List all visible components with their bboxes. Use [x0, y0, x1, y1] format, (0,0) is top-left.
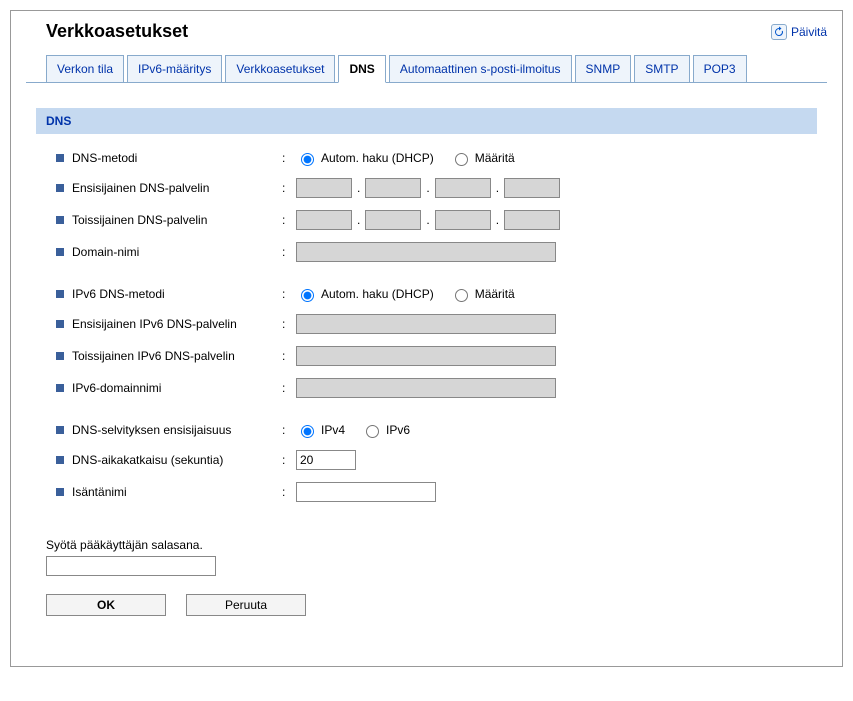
ipv6-domain-name-input[interactable]: [296, 378, 556, 398]
radio-priority-ipv6-input[interactable]: [366, 425, 379, 438]
secondary-dns-1[interactable]: [296, 210, 352, 230]
radio-dns-manual[interactable]: Määritä: [450, 150, 515, 166]
bullet-icon: [56, 248, 64, 256]
label-domain-name: Domain-nimi: [72, 245, 282, 259]
primary-ipv6-dns-input[interactable]: [296, 314, 556, 334]
radio-priority-ipv4[interactable]: IPv4: [296, 422, 345, 438]
secondary-dns-3[interactable]: [435, 210, 491, 230]
cancel-button[interactable]: Peruuta: [186, 594, 306, 616]
tab-auto-email[interactable]: Automaattinen s-posti-ilmoitus: [389, 55, 572, 83]
network-settings-panel: Verkkoasetukset Päivitä Verkon tila IPv6…: [10, 10, 843, 667]
row-hostname: Isäntänimi :: [36, 476, 817, 508]
bullet-icon: [56, 184, 64, 192]
label-primary-dns: Ensisijainen DNS-palvelin: [72, 181, 282, 195]
radio-dns-manual-input[interactable]: [455, 153, 468, 166]
row-secondary-dns: Toissijainen DNS-palvelin : . . .: [36, 204, 817, 236]
row-secondary-ipv6-dns: Toissijainen IPv6 DNS-palvelin :: [36, 340, 817, 372]
radio-priority-ipv6[interactable]: IPv6: [361, 422, 410, 438]
content: DNS DNS-metodi : Autom. haku (DHCP) Määr…: [26, 82, 827, 626]
secondary-dns-2[interactable]: [365, 210, 421, 230]
radio-ipv6-dns-auto-input[interactable]: [301, 289, 314, 302]
label-secondary-ipv6-dns: Toissijainen IPv6 DNS-palvelin: [72, 349, 282, 363]
label-ipv6-dns-method: IPv6 DNS-metodi: [72, 287, 282, 301]
bullet-icon: [56, 216, 64, 224]
dns-timeout-input[interactable]: [296, 450, 356, 470]
secondary-ipv6-dns-input[interactable]: [296, 346, 556, 366]
tabs: Verkon tila IPv6-määritys Verkkoasetukse…: [26, 54, 827, 82]
domain-name-input[interactable]: [296, 242, 556, 262]
tab-verkon-tila[interactable]: Verkon tila: [46, 55, 124, 83]
tab-pop3[interactable]: POP3: [693, 55, 747, 83]
hostname-input[interactable]: [296, 482, 436, 502]
label-secondary-dns: Toissijainen DNS-palvelin: [72, 213, 282, 227]
radio-ipv6-dns-auto[interactable]: Autom. haku (DHCP): [296, 286, 434, 302]
tab-dns[interactable]: DNS: [338, 55, 385, 83]
row-primary-ipv6-dns: Ensisijainen IPv6 DNS-palvelin :: [36, 308, 817, 340]
row-dns-priority: DNS-selvityksen ensisijaisuus : IPv4 IPv…: [36, 416, 817, 444]
primary-dns-1[interactable]: [296, 178, 352, 198]
bullet-icon: [56, 384, 64, 392]
row-dns-timeout: DNS-aikakatkaisu (sekuntia) :: [36, 444, 817, 476]
radio-dns-auto[interactable]: Autom. haku (DHCP): [296, 150, 434, 166]
page-title: Verkkoasetukset: [46, 21, 188, 42]
tab-smtp[interactable]: SMTP: [634, 55, 689, 83]
label-dns-method: DNS-metodi: [72, 151, 282, 165]
tab-verkkoasetukset[interactable]: Verkkoasetukset: [225, 55, 335, 83]
label-ipv6-domain-name: IPv6-domainnimi: [72, 381, 282, 395]
primary-dns-4[interactable]: [504, 178, 560, 198]
refresh-button[interactable]: Päivitä: [771, 24, 827, 40]
bullet-icon: [56, 426, 64, 434]
radio-priority-ipv4-input[interactable]: [301, 425, 314, 438]
section-title: DNS: [36, 108, 817, 134]
refresh-label: Päivitä: [791, 25, 827, 39]
row-ipv6-dns-method: IPv6 DNS-metodi : Autom. haku (DHCP) Mää…: [36, 280, 817, 308]
bullet-icon: [56, 488, 64, 496]
refresh-icon: [771, 24, 787, 40]
tab-snmp[interactable]: SNMP: [575, 55, 632, 83]
header: Verkkoasetukset Päivitä: [26, 21, 827, 42]
label-dns-timeout: DNS-aikakatkaisu (sekuntia): [72, 453, 282, 467]
bullet-icon: [56, 352, 64, 360]
password-prompt: Syötä pääkäyttäjän salasana.: [46, 538, 807, 552]
row-primary-dns: Ensisijainen DNS-palvelin : . . .: [36, 172, 817, 204]
tab-ipv6-maaritys[interactable]: IPv6-määritys: [127, 55, 222, 83]
row-domain-name: Domain-nimi :: [36, 236, 817, 268]
label-dns-priority: DNS-selvityksen ensisijaisuus: [72, 423, 282, 437]
label-primary-ipv6-dns: Ensisijainen IPv6 DNS-palvelin: [72, 317, 282, 331]
row-dns-method: DNS-metodi : Autom. haku (DHCP) Määritä: [36, 144, 817, 172]
row-ipv6-domain-name: IPv6-domainnimi :: [36, 372, 817, 404]
secondary-dns-4[interactable]: [504, 210, 560, 230]
bullet-icon: [56, 456, 64, 464]
bullet-icon: [56, 290, 64, 298]
ok-button[interactable]: OK: [46, 594, 166, 616]
footer: Syötä pääkäyttäjän salasana. OK Peruuta: [36, 538, 817, 616]
radio-ipv6-dns-manual-input[interactable]: [455, 289, 468, 302]
bullet-icon: [56, 320, 64, 328]
radio-dns-auto-input[interactable]: [301, 153, 314, 166]
admin-password-input[interactable]: [46, 556, 216, 576]
bullet-icon: [56, 154, 64, 162]
primary-dns-2[interactable]: [365, 178, 421, 198]
primary-dns-3[interactable]: [435, 178, 491, 198]
radio-ipv6-dns-manual[interactable]: Määritä: [450, 286, 515, 302]
label-hostname: Isäntänimi: [72, 485, 282, 499]
